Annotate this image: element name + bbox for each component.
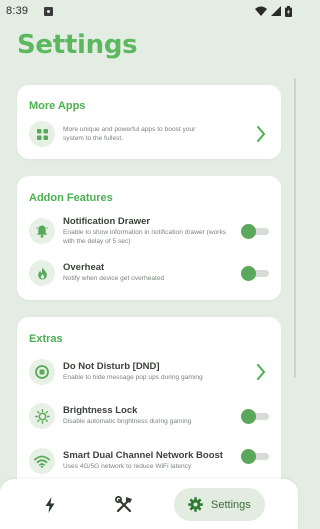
brightness-icon — [29, 403, 55, 429]
brightness-lock-title: Brightness Lock — [63, 405, 138, 417]
wifi-icon — [29, 448, 55, 474]
signal-icon — [271, 6, 281, 16]
more-apps-subtitle: More unique and powerful apps to boost y… — [63, 126, 196, 142]
page-title: Settings — [17, 30, 138, 60]
notification-drawer-row[interactable]: Notification Drawer Enable to show infor… — [29, 214, 269, 248]
network-boost-title: Smart Dual Channel Network Boost — [63, 450, 223, 462]
status-time: 8:39 — [6, 5, 29, 17]
network-boost-toggle[interactable] — [241, 449, 269, 464]
gear-icon — [188, 497, 203, 512]
overheat-toggle[interactable] — [241, 266, 269, 281]
chevron-right-icon[interactable] — [253, 126, 269, 142]
dnd-row[interactable]: Do Not Disturb [DND] Enable to hide mess… — [29, 355, 269, 389]
more-apps-card[interactable]: More Apps More unique and powerful apps … — [17, 85, 281, 159]
brightness-lock-row[interactable]: Brightness Lock Disable automatic bright… — [29, 399, 269, 433]
notification-drawer-title: Notification Drawer — [63, 216, 151, 227]
more-apps-title: More Apps — [29, 100, 86, 112]
extras-title: Extras — [29, 333, 63, 345]
overheat-title: Overheat — [63, 262, 105, 274]
brightness-lock-toggle[interactable] — [241, 409, 269, 424]
dnd-title: Do Not Disturb [DND] — [63, 361, 160, 373]
battery-icon — [285, 5, 292, 17]
notification-drawer-toggle[interactable] — [241, 224, 269, 239]
bell-icon — [29, 218, 55, 244]
tools-icon — [115, 495, 132, 512]
notification-icon — [44, 6, 54, 16]
status-icons — [255, 5, 292, 17]
flame-icon — [29, 260, 55, 286]
scrollbar[interactable] — [294, 78, 296, 378]
nav-tools[interactable] — [110, 488, 138, 521]
nav-settings[interactable]: Settings — [174, 488, 265, 521]
brightness-lock-subtitle: Disable automatic brightness during gami… — [63, 418, 192, 426]
dnd-subtitle: Enable to hide message pop ups during ga… — [63, 374, 203, 382]
dnd-icon — [29, 359, 55, 385]
notification-drawer-subtitle: Enable to show information in notificati… — [63, 229, 227, 245]
more-apps-row[interactable]: More unique and powerful apps to boost y… — [29, 117, 269, 151]
overheat-row[interactable]: Overheat Notify when device get overheat… — [29, 256, 269, 290]
network-boost-row[interactable]: Smart Dual Channel Network Boost Uses 4G… — [29, 444, 269, 478]
nav-boost[interactable] — [36, 488, 64, 521]
chevron-right-icon[interactable] — [253, 364, 269, 380]
network-boost-subtitle: Uses 4G/5G network to reduce WiFi latenc… — [63, 463, 192, 471]
bottom-navigation: Settings — [0, 479, 298, 529]
overheat-subtitle: Notify when device get overheated — [63, 275, 165, 283]
wifi-status-icon — [255, 6, 267, 16]
addon-features-card: Addon Features Notification Drawer Enabl… — [17, 176, 281, 300]
lightning-icon — [45, 496, 55, 513]
nav-settings-label: Settings — [211, 498, 251, 511]
status-bar: 8:39 — [0, 0, 298, 22]
addon-features-title: Addon Features — [29, 192, 113, 204]
apps-grid-icon — [29, 121, 55, 147]
